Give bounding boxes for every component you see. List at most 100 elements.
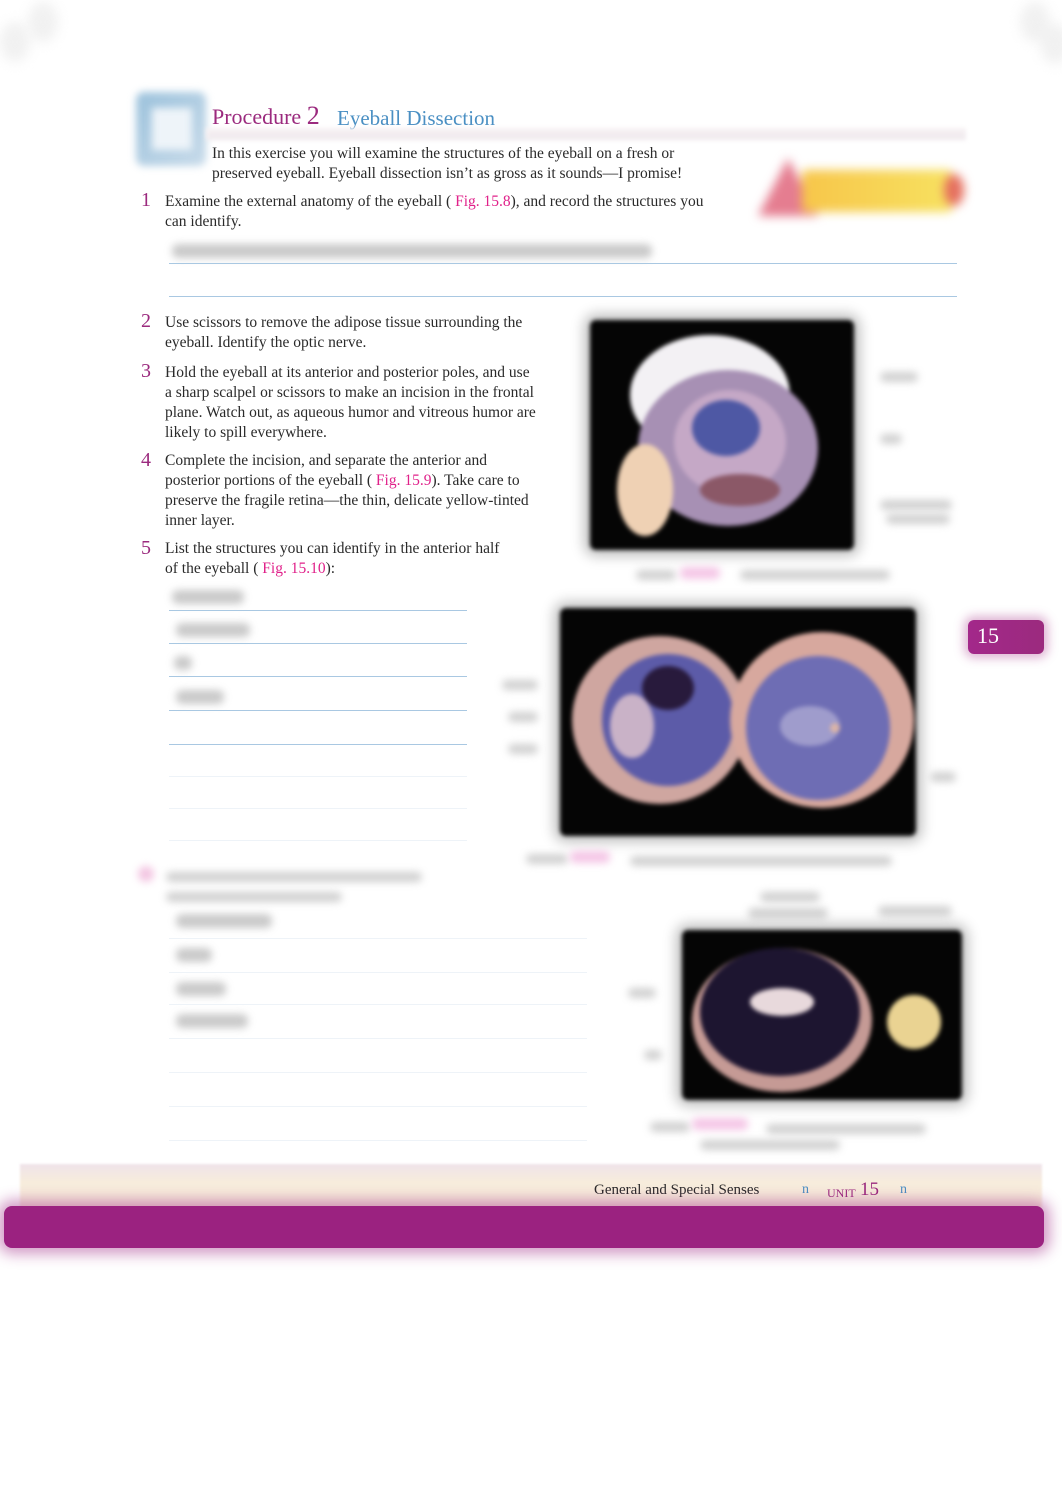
anterior-half-image: [692, 948, 941, 1092]
answer-line[interactable]: [169, 1140, 587, 1141]
footer-band: [20, 1164, 1042, 1208]
pupil-shape: [692, 400, 760, 456]
figure-15-10-photo: [682, 930, 962, 1100]
step-text: [166, 892, 342, 902]
answer-text: [176, 690, 224, 704]
footer-bullet: n: [900, 1182, 907, 1197]
answer-line[interactable]: [169, 643, 467, 644]
answer-line[interactable]: [169, 808, 467, 809]
figure-caption: [740, 570, 890, 580]
figure-caption: [650, 1122, 690, 1132]
answer-line[interactable]: [169, 263, 957, 264]
answer-text: [176, 1014, 248, 1028]
ciliary-shape: [610, 694, 654, 758]
tissue-shape: [700, 474, 780, 506]
crop-mark: [28, 2, 58, 42]
figure-label: [880, 372, 918, 382]
figure-caption: [630, 856, 892, 866]
procedure-intro: In this exercise you will examine the st…: [212, 145, 683, 182]
answer-line[interactable]: [169, 972, 587, 973]
figure-link[interactable]: Fig. 15.8: [455, 193, 511, 210]
answer-line[interactable]: [169, 1004, 587, 1005]
step-text: [166, 872, 422, 882]
warning-banner-end: [944, 174, 964, 206]
figure-link[interactable]: Fig. 15.9: [376, 472, 432, 489]
figure-label: [508, 744, 538, 754]
eyeball-halves-image: [572, 632, 914, 808]
figure-caption-number: [680, 567, 720, 579]
footer-unit-label: UNIT: [827, 1186, 856, 1200]
figure-caption: [766, 1124, 926, 1134]
step-text: Use scissors to remove the adipose tissu…: [165, 314, 523, 351]
figure-label: [760, 892, 820, 902]
adipose-shape: [617, 444, 673, 536]
step-number: 1: [141, 189, 151, 211]
answer-text: [172, 590, 244, 604]
figure-label: [508, 712, 538, 722]
answer-line[interactable]: [169, 296, 957, 297]
figure-caption: [526, 854, 568, 864]
figure-caption: [636, 570, 676, 580]
procedure-heading: Procedure 2: [212, 101, 320, 131]
optic-disc-shape: [830, 723, 840, 733]
lens-cavity-shape: [642, 666, 694, 710]
answer-line[interactable]: [169, 744, 467, 745]
ciliary-body-shape: [750, 988, 814, 1016]
answer-line[interactable]: [169, 1106, 587, 1107]
figure-label: [886, 514, 950, 524]
step-number: 3: [141, 360, 151, 382]
answer-text: [176, 914, 272, 928]
answer-line[interactable]: [169, 610, 467, 611]
step-text: Complete the incision, and separate the …: [165, 451, 545, 531]
step-text: Examine the external anatomy of the eyeb…: [165, 192, 725, 232]
step-text: List the structures you can identify in …: [165, 539, 510, 579]
figure-caption-number: [692, 1118, 748, 1130]
step-text-part: Examine the external anatomy of the eyeb…: [165, 193, 452, 210]
figure-caption: [700, 1140, 840, 1150]
step-number: [138, 866, 154, 882]
safety-warning-icon: [758, 156, 966, 220]
figure-label: [880, 500, 952, 510]
answer-text: [174, 656, 192, 670]
chapter-tab[interactable]: 15: [968, 620, 1044, 654]
step-number: 2: [141, 310, 151, 332]
step-text: Hold the eyeball at its anterior and pos…: [165, 364, 536, 441]
figure-label: [748, 908, 828, 918]
figure-15-9-photo: [560, 608, 916, 836]
figure-label: [628, 988, 656, 998]
answer-line[interactable]: [169, 938, 587, 939]
figure-label: [930, 772, 956, 782]
step-text-part: ):: [325, 560, 336, 577]
answer-line[interactable]: [169, 676, 467, 677]
answer-text: [172, 244, 652, 258]
chapter-tab-number: 15: [977, 623, 999, 648]
answer-text: [176, 623, 250, 637]
figure-label: [502, 680, 538, 690]
procedure-label: Procedure: [212, 104, 302, 129]
answer-line[interactable]: [169, 710, 467, 711]
step-number: 5: [141, 537, 151, 559]
title-rule: [206, 128, 966, 140]
answer-line[interactable]: [169, 776, 467, 777]
figure-caption-number: [570, 851, 610, 863]
figure-link[interactable]: Fig. 15.10: [262, 560, 325, 577]
lens-shape: [887, 995, 941, 1049]
answer-text: [176, 948, 212, 962]
eyeball-external-image: [617, 335, 818, 536]
crop-mark: [1040, 24, 1062, 64]
footer-bullet: n: [802, 1182, 809, 1197]
figure-label: [878, 906, 952, 916]
warning-banner: [802, 170, 952, 212]
procedure-number: 2: [306, 101, 320, 130]
footer-section: General and Special Senses: [594, 1182, 760, 1198]
footer-bar: [4, 1206, 1044, 1248]
figure-label: [880, 434, 902, 444]
footer-unit-number: 15: [860, 1179, 879, 1200]
procedure-icon-inner: [152, 108, 192, 150]
answer-line[interactable]: [169, 1038, 587, 1039]
figure-label: [644, 1050, 662, 1060]
answer-line[interactable]: [169, 1072, 587, 1073]
answer-text: [176, 982, 226, 996]
answer-line[interactable]: [169, 840, 467, 841]
step-number: 4: [141, 449, 151, 471]
